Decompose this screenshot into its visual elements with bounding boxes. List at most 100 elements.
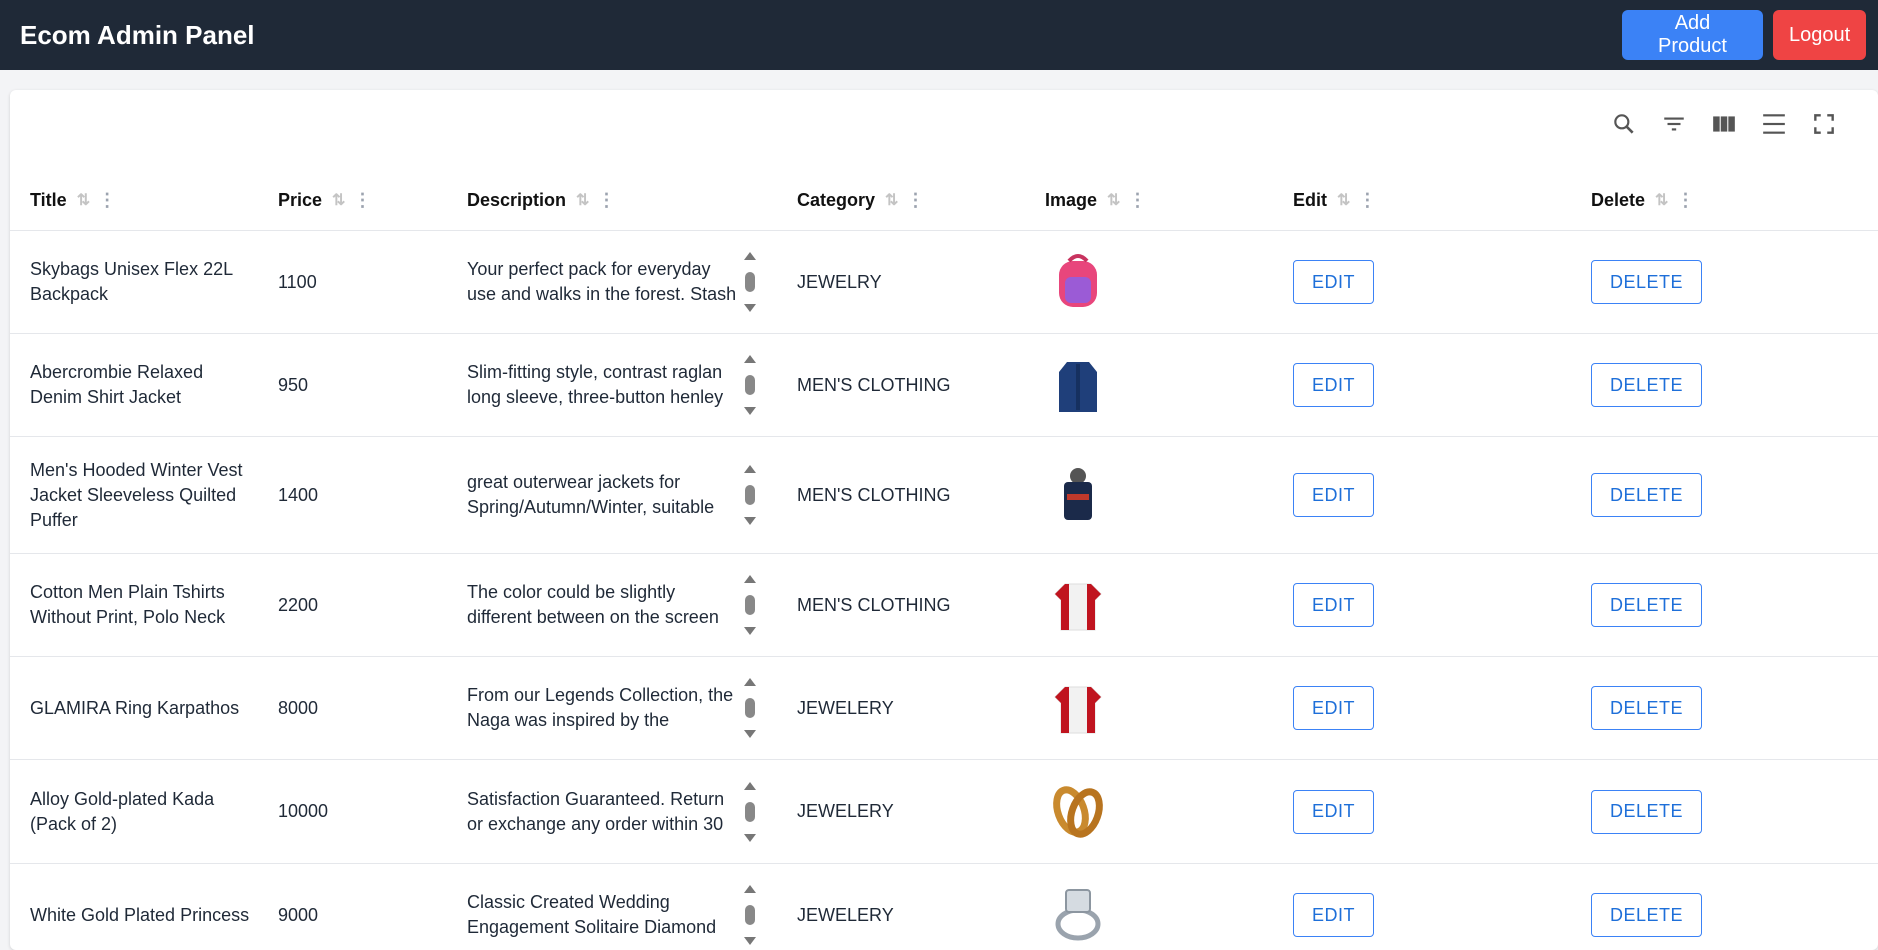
delete-button[interactable]: DELETE [1591,473,1702,517]
cell-edit: EDIT [1273,437,1571,554]
cell-delete: DELETE [1571,864,1878,950]
table-row: Skybags Unisex Flex 22L Backpack 1100 Yo… [10,231,1878,334]
density-icon[interactable] [1760,110,1788,138]
polo-shirt-image [1045,675,1111,741]
column-menu-icon[interactable]: ⋮ [1358,191,1376,209]
cell-price: 2200 [258,554,447,657]
description-scrollbar[interactable] [743,355,757,415]
sort-icon[interactable]: ⇅ [1655,190,1666,210]
app-title: Ecom Admin Panel [20,20,255,51]
sort-icon[interactable]: ⇅ [77,190,88,210]
diamond-ring-image [1045,882,1111,948]
column-header-label: Price [278,190,322,211]
table-row: GLAMIRA Ring Karpathos 8000 From our Leg… [10,657,1878,760]
products-table-card: Title⇅⋮ Price⇅⋮ Description⇅⋮ Category⇅⋮… [10,90,1878,950]
add-product-button[interactable]: Add Product [1622,10,1763,60]
cell-image [1025,657,1273,760]
cell-edit: EDIT [1273,334,1571,437]
cell-delete: DELETE [1571,231,1878,334]
column-header-delete[interactable]: Delete⇅⋮ [1571,170,1878,231]
filter-icon[interactable] [1660,110,1688,138]
column-header-label: Title [30,190,67,211]
description-scrollbar[interactable] [743,678,757,738]
search-icon[interactable] [1610,110,1638,138]
edit-button[interactable]: EDIT [1293,686,1374,730]
cell-price: 950 [258,334,447,437]
sort-icon[interactable]: ⇅ [576,190,587,210]
edit-button[interactable]: EDIT [1293,790,1374,834]
column-header-title[interactable]: Title ⇅ ⋮ [10,170,258,231]
cell-delete: DELETE [1571,334,1878,437]
column-menu-icon[interactable]: ⋮ [1676,191,1694,209]
edit-button[interactable]: EDIT [1293,473,1374,517]
edit-button[interactable]: EDIT [1293,363,1374,407]
polo-shirt-image [1045,572,1111,638]
description-scrollbar[interactable] [743,252,757,312]
column-menu-icon[interactable]: ⋮ [1128,191,1146,209]
cell-price: 8000 [258,657,447,760]
cell-title: GLAMIRA Ring Karpathos [10,657,258,760]
columns-icon[interactable] [1710,110,1738,138]
cell-category: MEN'S CLOTHING [777,437,1025,554]
column-menu-icon[interactable]: ⋮ [906,191,924,209]
delete-button[interactable]: DELETE [1591,893,1702,937]
column-menu-icon[interactable]: ⋮ [353,191,371,209]
cell-category: MEN'S CLOTHING [777,334,1025,437]
sort-icon[interactable]: ⇅ [1337,190,1348,210]
cell-category: JEWELERY [777,760,1025,864]
cell-image [1025,864,1273,950]
column-header-edit[interactable]: Edit⇅⋮ [1273,170,1571,231]
description-text: Classic Created Wedding Engagement Solit… [467,890,737,940]
cell-price: 9000 [258,864,447,950]
cell-edit: EDIT [1273,760,1571,864]
description-scrollbar[interactable] [743,465,757,525]
cell-delete: DELETE [1571,657,1878,760]
cell-description: Satisfaction Guaranteed. Return or excha… [447,760,777,864]
column-menu-icon[interactable]: ⋮ [98,191,116,209]
cell-title: Abercrombie Relaxed Denim Shirt Jacket [10,334,258,437]
table-row: Alloy Gold-plated Kada (Pack of 2) 10000… [10,760,1878,864]
delete-button[interactable]: DELETE [1591,583,1702,627]
edit-button[interactable]: EDIT [1293,583,1374,627]
delete-button[interactable]: DELETE [1591,790,1702,834]
description-scrollbar[interactable] [743,782,757,842]
edit-button[interactable]: EDIT [1293,260,1374,304]
description-text: Slim-fitting style, contrast raglan long… [467,360,737,410]
description-text: The color could be slightly different be… [467,580,737,630]
delete-button[interactable]: DELETE [1591,686,1702,730]
column-header-image[interactable]: Image ⇅ ⋮ [1025,170,1273,231]
sort-icon[interactable]: ⇅ [332,190,343,210]
sort-icon[interactable]: ⇅ [1107,190,1118,210]
cell-image [1025,437,1273,554]
cell-title: Skybags Unisex Flex 22L Backpack [10,231,258,334]
column-menu-icon[interactable]: ⋮ [597,191,615,209]
edit-button[interactable]: EDIT [1293,893,1374,937]
cell-price: 1400 [258,437,447,554]
cell-image [1025,334,1273,437]
column-header-price[interactable]: Price ⇅ ⋮ [258,170,447,231]
cell-image [1025,760,1273,864]
description-scrollbar[interactable] [743,885,757,945]
table-header-row: Title⇅⋮ Price⇅⋮ Description⇅⋮ Category⇅⋮… [10,170,1878,231]
cell-title: Alloy Gold-plated Kada (Pack of 2) [10,760,258,864]
delete-button[interactable]: DELETE [1591,260,1702,304]
cell-description: Your perfect pack for everyday use and w… [447,231,777,334]
table-row: Abercrombie Relaxed Denim Shirt Jacket 9… [10,334,1878,437]
column-header-category[interactable]: Category ⇅ ⋮ [777,170,1025,231]
fullscreen-icon[interactable] [1810,110,1838,138]
cell-category: JEWELRY [777,231,1025,334]
column-header-description[interactable]: Description⇅⋮ [447,170,777,231]
description-scrollbar[interactable] [743,575,757,635]
sort-icon[interactable]: ⇅ [885,190,896,210]
cell-category: JEWELERY [777,864,1025,950]
cell-delete: DELETE [1571,760,1878,864]
description-text: Your perfect pack for everyday use and w… [467,257,737,307]
column-header-label: Image [1045,190,1097,211]
cell-edit: EDIT [1273,231,1571,334]
logout-button[interactable]: Logout [1773,10,1866,60]
delete-button[interactable]: DELETE [1591,363,1702,407]
column-header-label: Category [797,190,875,211]
gold-kada-image [1045,779,1111,845]
cell-image [1025,231,1273,334]
cell-title: Men's Hooded Winter Vest Jacket Sleevele… [10,437,258,554]
